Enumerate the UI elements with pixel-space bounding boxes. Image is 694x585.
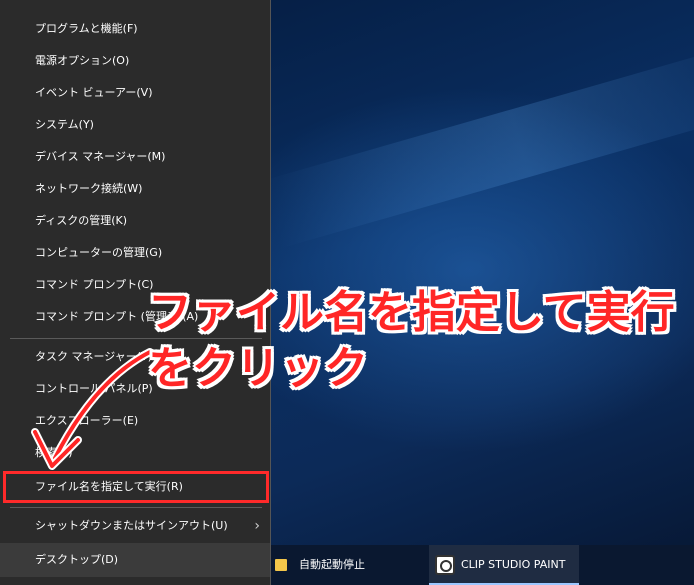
annotation-text-line2: をクリック <box>148 343 368 394</box>
annotation-text-line1: ファイル名を指定して実行 <box>148 287 675 338</box>
